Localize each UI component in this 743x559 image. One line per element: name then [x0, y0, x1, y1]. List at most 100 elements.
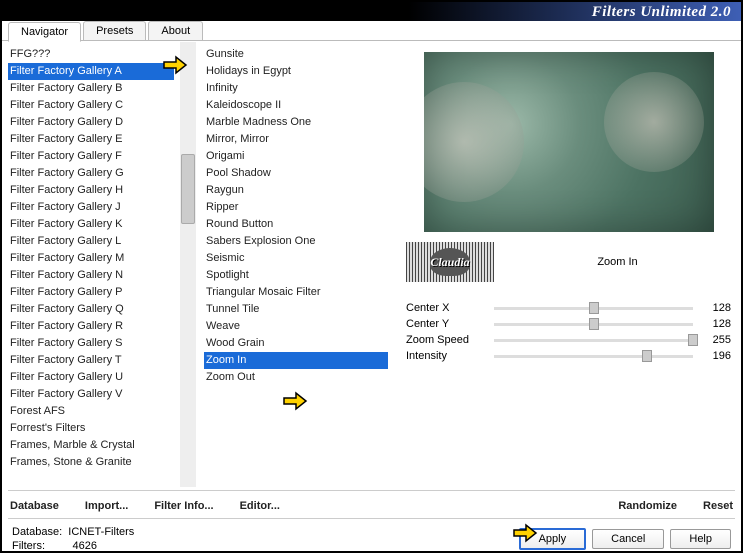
param-slider[interactable]: [494, 339, 693, 342]
tab-strip: Navigator Presets About: [2, 21, 741, 41]
annotation-pointer-icon: [282, 390, 310, 412]
list-item[interactable]: Filter Factory Gallery Q: [8, 301, 174, 318]
list-item[interactable]: Filter Factory Gallery C: [8, 97, 174, 114]
list-item[interactable]: Filter Factory Gallery G: [8, 165, 174, 182]
category-scrollbar[interactable]: [180, 42, 196, 487]
list-item[interactable]: Filter Factory Gallery E: [8, 131, 174, 148]
list-item[interactable]: Kaleidoscope II: [204, 97, 388, 114]
list-item[interactable]: Filter Factory Gallery S: [8, 335, 174, 352]
list-item[interactable]: Filter Factory Gallery L: [8, 233, 174, 250]
list-item[interactable]: Sabers Explosion One: [204, 233, 388, 250]
footer: Database: ICNET-Filters Filters: 4626 Ap…: [2, 519, 741, 559]
list-item[interactable]: Zoom Out: [204, 369, 388, 386]
list-item[interactable]: Tunnel Tile: [204, 301, 388, 318]
list-item[interactable]: Zoom In: [204, 352, 388, 369]
list-item[interactable]: Origami: [204, 148, 388, 165]
param-label: Center Y: [406, 318, 486, 330]
list-item[interactable]: Wood Grain: [204, 335, 388, 352]
db-label: Database:: [12, 526, 62, 538]
list-item[interactable]: Filter Factory Gallery R: [8, 318, 174, 335]
list-item[interactable]: Frames, Stone & Granite: [8, 454, 174, 471]
slider-knob[interactable]: [589, 318, 599, 330]
param-value: 255: [701, 334, 731, 346]
tab-navigator[interactable]: Navigator: [8, 22, 81, 42]
param-value: 128: [701, 302, 731, 314]
reset-button[interactable]: Reset: [703, 500, 733, 512]
list-item[interactable]: Gunsite: [204, 46, 388, 63]
help-button[interactable]: Help: [670, 529, 731, 549]
param-row: Center X 128: [406, 300, 731, 316]
tab-presets[interactable]: Presets: [83, 21, 146, 40]
list-item[interactable]: Forrest's Filters: [8, 420, 174, 437]
list-item[interactable]: Filter Factory Gallery H: [8, 182, 174, 199]
param-row: Zoom Speed 255: [406, 332, 731, 348]
slider-knob[interactable]: [688, 334, 698, 346]
import-button[interactable]: Import...: [85, 500, 128, 512]
list-item[interactable]: Raygun: [204, 182, 388, 199]
database-button[interactable]: Database: [10, 500, 59, 512]
param-value: 196: [701, 350, 731, 362]
list-item[interactable]: Holidays in Egypt: [204, 63, 388, 80]
preview-panel: Claudia Zoom In Center X128Center Y128Zo…: [396, 42, 741, 487]
list-item[interactable]: Filter Factory Gallery J: [8, 199, 174, 216]
footer-buttons: Apply Cancel Help: [519, 528, 731, 550]
list-item[interactable]: Filter Factory Gallery N: [8, 267, 174, 284]
scrollbar-thumb[interactable]: [181, 154, 195, 224]
list-item[interactable]: Filter Factory Gallery M: [8, 250, 174, 267]
list-item[interactable]: Filter Factory Gallery D: [8, 114, 174, 131]
footer-info: Database: ICNET-Filters Filters: 4626: [12, 525, 134, 553]
list-item[interactable]: Triangular Mosaic Filter: [204, 284, 388, 301]
list-item[interactable]: Filter Factory Gallery A: [8, 63, 174, 80]
category-list-panel: FFG???Filter Factory Gallery AFilter Fac…: [2, 42, 196, 487]
main-content: FFG???Filter Factory Gallery AFilter Fac…: [2, 42, 741, 487]
list-item[interactable]: Pool Shadow: [204, 165, 388, 182]
db-value: ICNET-Filters: [68, 526, 134, 538]
list-item[interactable]: Ripper: [204, 199, 388, 216]
filter-list[interactable]: GunsiteHolidays in EgyptInfinityKaleidos…: [196, 42, 396, 487]
param-label: Center X: [406, 302, 486, 314]
editor-button[interactable]: Editor...: [240, 500, 280, 512]
param-slider[interactable]: [494, 323, 693, 326]
annotation-pointer-icon: [162, 54, 190, 76]
list-item[interactable]: Spotlight: [204, 267, 388, 284]
list-item[interactable]: Forest AFS: [8, 403, 174, 420]
list-item[interactable]: Filter Factory Gallery B: [8, 80, 174, 97]
list-item[interactable]: Filter Factory Gallery V: [8, 386, 174, 403]
list-item[interactable]: Round Button: [204, 216, 388, 233]
param-label: Intensity: [406, 350, 486, 362]
list-item[interactable]: Filter Factory Gallery T: [8, 352, 174, 369]
param-slider[interactable]: [494, 307, 693, 310]
filter-title-row: Claudia Zoom In: [406, 242, 731, 282]
param-row: Center Y128: [406, 316, 731, 332]
list-item[interactable]: Filter Factory Gallery P: [8, 284, 174, 301]
watermark-logo: Claudia: [406, 242, 494, 282]
divider: [8, 490, 735, 491]
list-item[interactable]: Filter Factory Gallery F: [8, 148, 174, 165]
param-label: Zoom Speed: [406, 334, 486, 346]
list-item[interactable]: Filter Factory Gallery K: [8, 216, 174, 233]
list-item[interactable]: Filter Factory Gallery U: [8, 369, 174, 386]
filter-info-button[interactable]: Filter Info...: [154, 500, 213, 512]
list-item[interactable]: Frames, Marble & Crystal: [8, 437, 174, 454]
param-row: Intensity 196: [406, 348, 731, 364]
selected-filter-name: Zoom In: [504, 256, 731, 268]
category-list[interactable]: FFG???Filter Factory Gallery AFilter Fac…: [2, 42, 180, 487]
slider-knob[interactable]: [642, 350, 652, 362]
toolbar-row: Database Import... Filter Info... Editor…: [2, 494, 741, 518]
list-item[interactable]: Seismic: [204, 250, 388, 267]
filters-count-label: Filters:: [12, 540, 45, 552]
list-item[interactable]: Weave: [204, 318, 388, 335]
list-item[interactable]: Marble Madness One: [204, 114, 388, 131]
list-item[interactable]: FFG???: [8, 46, 174, 63]
slider-knob[interactable]: [589, 302, 599, 314]
tab-about[interactable]: About: [148, 21, 203, 40]
filters-count-value: 4626: [73, 540, 97, 552]
list-item[interactable]: Infinity: [204, 80, 388, 97]
randomize-button[interactable]: Randomize: [618, 500, 677, 512]
preview-image: [424, 52, 714, 232]
list-item[interactable]: Mirror, Mirror: [204, 131, 388, 148]
cancel-button[interactable]: Cancel: [592, 529, 664, 549]
title-bar: Filters Unlimited 2.0: [2, 2, 741, 22]
param-slider[interactable]: [494, 355, 693, 358]
annotation-pointer-icon: [512, 522, 540, 544]
